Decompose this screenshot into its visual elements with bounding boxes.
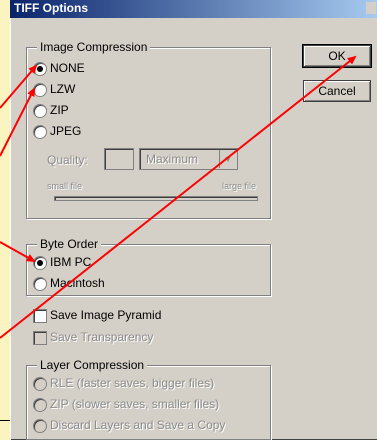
quality-input[interactable] — [104, 148, 134, 170]
save-transparency-checkbox[interactable] — [33, 331, 47, 345]
radio-layer-zip[interactable] — [33, 398, 47, 412]
radio-jpeg-label: JPEG — [50, 124, 82, 138]
radio-ibm-pc[interactable] — [33, 256, 47, 270]
radio-jpeg[interactable] — [33, 125, 47, 139]
radio-macintosh-label: Macintosh — [50, 276, 105, 290]
radio-ibm-pc-label: IBM PC — [50, 255, 92, 269]
radio-none-label: NONE — [50, 61, 85, 75]
radio-layer-zip-label: ZIP (slower saves, smaller files) — [50, 397, 220, 411]
large-file-label: large file — [222, 181, 257, 191]
byte-order-label: Byte Order — [37, 237, 102, 251]
radio-lzw[interactable] — [33, 83, 47, 97]
radio-discard-layers-label: Discard Layers and Save a Copy — [50, 418, 226, 432]
radio-none[interactable] — [33, 62, 47, 76]
radio-macintosh[interactable] — [33, 277, 47, 291]
radio-zip-label: ZIP — [50, 103, 69, 117]
radio-rle[interactable] — [33, 377, 47, 391]
quality-preset-select[interactable]: Maximum ▼ — [139, 148, 238, 170]
quality-label: Quality: — [47, 153, 88, 167]
title-bar: TIFF Options — [10, 0, 377, 18]
save-pyramid-label: Save Image Pyramid — [50, 308, 162, 322]
quality-preset-value: Maximum — [146, 152, 199, 166]
window-title: TIFF Options — [14, 1, 88, 15]
radio-zip[interactable] — [33, 104, 47, 118]
small-file-label: small file — [47, 181, 83, 191]
quality-slider[interactable] — [54, 196, 258, 201]
radio-rle-label: RLE (faster saves, bigger files) — [50, 376, 215, 390]
radio-discard-layers[interactable] — [33, 419, 47, 433]
radio-lzw-label: LZW — [50, 82, 76, 96]
dropdown-arrow-icon[interactable]: ▼ — [219, 150, 236, 168]
save-transparency-label: Save Transparency — [50, 330, 154, 344]
image-compression-label: Image Compression — [37, 40, 151, 54]
cancel-button[interactable]: Cancel — [303, 80, 371, 102]
ok-button[interactable]: OK — [302, 44, 372, 68]
layer-compression-label: Layer Compression — [37, 358, 148, 372]
save-pyramid-checkbox[interactable] — [33, 309, 47, 323]
close-icon[interactable] — [366, 2, 376, 14]
